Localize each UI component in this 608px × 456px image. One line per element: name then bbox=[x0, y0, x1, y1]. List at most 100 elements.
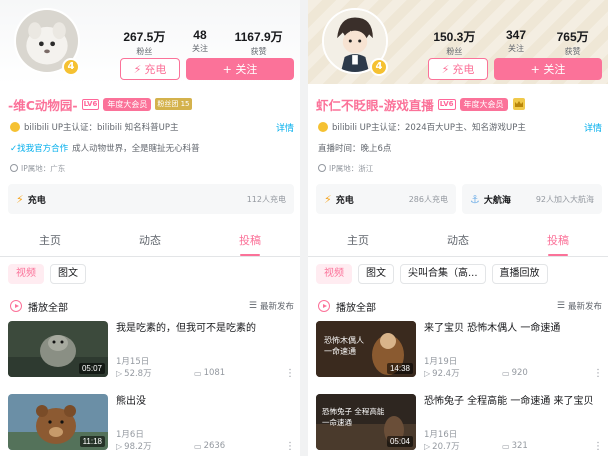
video-comments: 920 bbox=[511, 368, 528, 378]
tab-home[interactable]: 主页 bbox=[0, 232, 100, 256]
video-thumbnail[interactable]: 恐怖木偶人 一命速通 14:38 bbox=[316, 321, 416, 377]
location-icon bbox=[318, 164, 326, 172]
vip-badge[interactable]: 年度大会员 bbox=[459, 97, 508, 111]
vip-badge[interactable]: 年度大会员 bbox=[103, 97, 152, 111]
video-title[interactable]: 我是吃素的，但我可不是吃素的 bbox=[116, 321, 290, 336]
charge-card-title: 充电 bbox=[335, 195, 354, 206]
fleet-card-title: 大航海 bbox=[483, 195, 511, 206]
fan-medal-badge[interactable]: 粉丝团 15 bbox=[155, 98, 192, 110]
name-row: -维C动物园- LV6 年度大会员 粉丝团 15 bbox=[8, 96, 192, 113]
lightning-icon: ⚡ bbox=[133, 62, 142, 76]
charge-button[interactable]: ⚡ 充电 bbox=[120, 58, 180, 80]
more-options-icon[interactable]: ⋮ bbox=[593, 368, 603, 379]
stat-likes-value: 1167.9万 bbox=[234, 30, 283, 44]
video-thumbnail[interactable]: 05:07 bbox=[8, 321, 108, 377]
stat-fans[interactable]: 267.5万 粉丝 bbox=[123, 28, 165, 56]
fleet-card-meta: 92人加入大航海 bbox=[535, 194, 594, 204]
certification-text: bilibili UP主认证：2024百大UP主、知名游戏UP主 bbox=[332, 123, 526, 133]
video-comments: 1081 bbox=[203, 368, 226, 378]
stat-following-value: 48 bbox=[193, 28, 207, 42]
tab-dynamic[interactable]: 动态 bbox=[100, 232, 200, 256]
tab-uploads[interactable]: 投稿 bbox=[200, 232, 300, 256]
certified-icon bbox=[10, 122, 20, 132]
video-stats: ▷ 52.8万 ▭ 1081 ⋮ bbox=[116, 367, 295, 380]
profile-tabs: 主页 动态 投稿 bbox=[0, 232, 300, 256]
video-title[interactable]: 来了宝贝 恐怖木偶人 一命速通 bbox=[424, 321, 598, 336]
video-date: 1月19日 bbox=[424, 357, 458, 367]
stat-likes-label: 获赞 bbox=[564, 47, 581, 56]
video-views: 98.2万 bbox=[124, 442, 152, 452]
chip-scream-collection[interactable]: 尖叫合集（高... bbox=[400, 264, 486, 284]
stat-following[interactable]: 347 关注 bbox=[506, 28, 526, 56]
video-views: 92.4万 bbox=[432, 369, 460, 379]
stat-following-label: 关注 bbox=[191, 44, 208, 53]
crown-medal-icon[interactable] bbox=[512, 97, 526, 111]
play-all-button[interactable]: 播放全部 bbox=[28, 299, 68, 314]
stat-fans-label: 粉丝 bbox=[136, 47, 153, 56]
charge-button-label: 充电 bbox=[144, 63, 167, 76]
details-link[interactable]: 详情 bbox=[584, 121, 602, 134]
content-filter-chips: 视频 图文 尖叫合集（高... 直播回放 bbox=[316, 264, 548, 286]
details-link[interactable]: 详情 bbox=[276, 121, 294, 134]
chip-article[interactable]: 图文 bbox=[50, 264, 86, 284]
follow-button[interactable]: + 关注 bbox=[186, 58, 294, 80]
chip-video[interactable]: 视频 bbox=[316, 264, 352, 284]
thumbnail-caption: 恐怖兔子 全程高能 一命速通 bbox=[322, 406, 384, 428]
video-date: 1月16日 bbox=[424, 430, 458, 440]
comments-icon: ▭ bbox=[194, 368, 202, 378]
play-all-row: 播放全部 ☰ 最新发布 bbox=[10, 298, 294, 314]
video-item[interactable]: 05:07 我是吃素的，但我可不是吃素的 1月15日 ▷ 52.8万 ▭ 1081 … bbox=[8, 321, 295, 383]
stat-likes[interactable]: 1167.9万 获赞 bbox=[235, 28, 283, 56]
tab-home[interactable]: 主页 bbox=[308, 232, 408, 256]
stat-following[interactable]: 48 关注 bbox=[192, 28, 208, 56]
charge-card[interactable]: ⚡ 充电 112人充电 bbox=[8, 184, 294, 214]
video-duration: 11:18 bbox=[79, 436, 105, 447]
fleet-card[interactable]: ⚓ 大航海 92人加入大航海 bbox=[462, 184, 602, 214]
certification-row: bilibili UP主认证：bilibili 知名科普UP主 详情 bbox=[10, 120, 294, 134]
play-icon[interactable] bbox=[318, 300, 330, 312]
play-all-button[interactable]: 播放全部 bbox=[336, 299, 376, 314]
video-thumbnail[interactable]: 11:18 bbox=[8, 394, 108, 450]
charge-card[interactable]: ⚡ 充电 286人充电 bbox=[316, 184, 456, 214]
tab-uploads[interactable]: 投稿 bbox=[508, 232, 608, 256]
tab-dynamic[interactable]: 动态 bbox=[408, 232, 508, 256]
certified-icon bbox=[318, 122, 328, 132]
charge-card-title: 充电 bbox=[27, 195, 46, 206]
chip-live-replay[interactable]: 直播回放 bbox=[491, 264, 548, 284]
more-options-icon[interactable]: ⋮ bbox=[285, 441, 295, 452]
chip-video[interactable]: 视频 bbox=[8, 264, 44, 284]
sort-button[interactable]: ☰ 最新发布 bbox=[249, 300, 294, 312]
live-time-row: 直播时间：晚上6点 bbox=[318, 141, 602, 155]
play-icon[interactable] bbox=[10, 300, 22, 312]
follow-button[interactable]: + 关注 bbox=[494, 58, 602, 80]
profile-stats: 267.5万 粉丝 48 关注 1167.9万 获赞 bbox=[110, 28, 296, 56]
stat-likes[interactable]: 765万 获赞 bbox=[557, 28, 589, 56]
more-options-icon[interactable]: ⋮ bbox=[593, 441, 603, 452]
charge-button[interactable]: ⚡ 充电 bbox=[428, 58, 488, 80]
charge-button-label: 充电 bbox=[452, 63, 475, 76]
video-thumbnail[interactable]: 恐怖兔子 全程高能 一命速通 05:04 bbox=[316, 394, 416, 450]
video-item[interactable]: 恐怖木偶人 一命速通 14:38 来了宝贝 恐怖木偶人 一命速通 1月19日 ▷… bbox=[316, 321, 603, 383]
more-options-icon[interactable]: ⋮ bbox=[285, 368, 295, 379]
coop-link-label: 找我官方合作 bbox=[17, 144, 69, 154]
video-item[interactable]: 11:18 熊出没 1月6日 ▷ 98.2万 ▭ 2636 ⋮ bbox=[8, 394, 295, 456]
username: -维C动物园- bbox=[8, 97, 78, 113]
stat-fans[interactable]: 150.3万 粉丝 bbox=[433, 28, 475, 56]
coop-link[interactable]: ✓找我官方合作 bbox=[10, 142, 68, 154]
video-stats: ▷ 20.7万 ▭ 321 ⋮ bbox=[424, 440, 603, 453]
certification-row: bilibili UP主认证：2024百大UP主、知名游戏UP主 详情 bbox=[318, 120, 602, 134]
video-item[interactable]: 恐怖兔子 全程高能 一命速通 05:04 恐怖兔子 全程高能 一命速通 来了宝贝… bbox=[316, 394, 603, 456]
live-time-text: 直播时间：晚上6点 bbox=[318, 144, 392, 154]
video-title[interactable]: 恐怖兔子 全程高能 一命速通 来了宝贝 bbox=[424, 394, 598, 409]
video-title[interactable]: 熊出没 bbox=[116, 394, 290, 409]
stat-likes-label: 获赞 bbox=[250, 47, 267, 56]
sort-label: 最新发布 bbox=[259, 302, 294, 312]
sort-icon: ☰ bbox=[248, 301, 257, 311]
chip-article[interactable]: 图文 bbox=[358, 264, 394, 284]
content-filter-chips: 视频 图文 bbox=[8, 264, 86, 286]
lightning-icon: ⚡ bbox=[324, 192, 332, 206]
video-stats: ▷ 92.4万 ▭ 920 ⋮ bbox=[424, 367, 603, 380]
video-views: 20.7万 bbox=[432, 442, 460, 452]
sort-button[interactable]: ☰ 最新发布 bbox=[557, 300, 602, 312]
video-duration: 05:07 bbox=[78, 363, 105, 374]
